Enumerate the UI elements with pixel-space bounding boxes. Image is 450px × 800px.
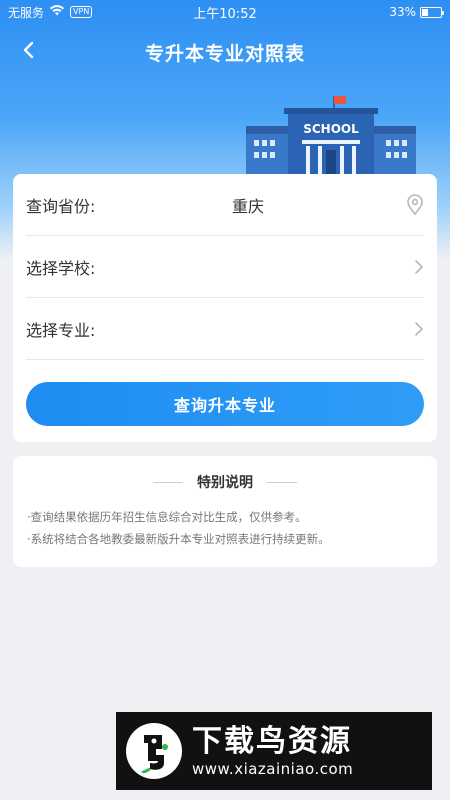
page-title: 专升本专业对照表	[144, 42, 305, 65]
notes-card: 特别说明 ·查询结果依据历年招生信息综合对比生成，仅供参考。 ·系统将结合各地教…	[13, 456, 437, 567]
watermark-name: 下载鸟资源	[192, 724, 352, 759]
status-bar: 无服务 VPN 上午10:52 33%	[0, 0, 450, 24]
school-building-illustration: SCHOOL	[246, 92, 416, 178]
major-select-row[interactable]: 选择专业:	[26, 298, 424, 360]
query-submit-button[interactable]: 查询升本专业	[26, 382, 424, 426]
divider-line	[153, 481, 183, 483]
school-sign-text: SCHOOL	[303, 122, 359, 136]
vpn-badge: VPN	[70, 6, 93, 18]
status-time: 上午10:52	[193, 6, 257, 22]
back-button[interactable]	[14, 38, 42, 66]
watermark-banner: 下载鸟资源 www.xiazainiao.com	[116, 712, 432, 790]
carrier-text: 无服务	[8, 5, 45, 20]
query-form-card: 查询省份: 重庆 选择学校: 选择专业: 查询升本专业	[13, 174, 437, 442]
nav-bar: 专升本专业对照表	[0, 30, 450, 74]
chevron-right-icon	[400, 321, 424, 337]
major-label: 选择专业:	[26, 320, 96, 340]
school-select-row[interactable]: 选择学校:	[26, 236, 424, 298]
notes-header: 特别说明	[27, 472, 423, 492]
battery-percent: 33%	[389, 5, 416, 19]
battery-icon	[420, 6, 444, 18]
divider-line	[267, 481, 297, 483]
notes-title: 特别说明	[197, 475, 253, 491]
watermark-url: www.xiazainiao.com	[192, 760, 354, 778]
note-item: ·系统将结合各地教委最新版升本专业对照表进行持续更新。	[27, 532, 330, 546]
note-item: ·查询结果依据历年招生信息综合对比生成，仅供参考。	[27, 510, 307, 524]
province-value: 重庆	[231, 196, 264, 216]
chevron-right-icon	[400, 259, 424, 275]
school-label: 选择学校:	[26, 258, 96, 278]
location-pin-icon[interactable]	[400, 193, 424, 216]
province-row[interactable]: 查询省份: 重庆	[26, 174, 424, 236]
battery-level-fill	[422, 8, 428, 16]
bird-logo-icon	[126, 723, 182, 779]
chevron-left-icon	[22, 41, 34, 63]
province-label: 查询省份:	[26, 196, 96, 216]
wifi-icon	[50, 5, 65, 19]
